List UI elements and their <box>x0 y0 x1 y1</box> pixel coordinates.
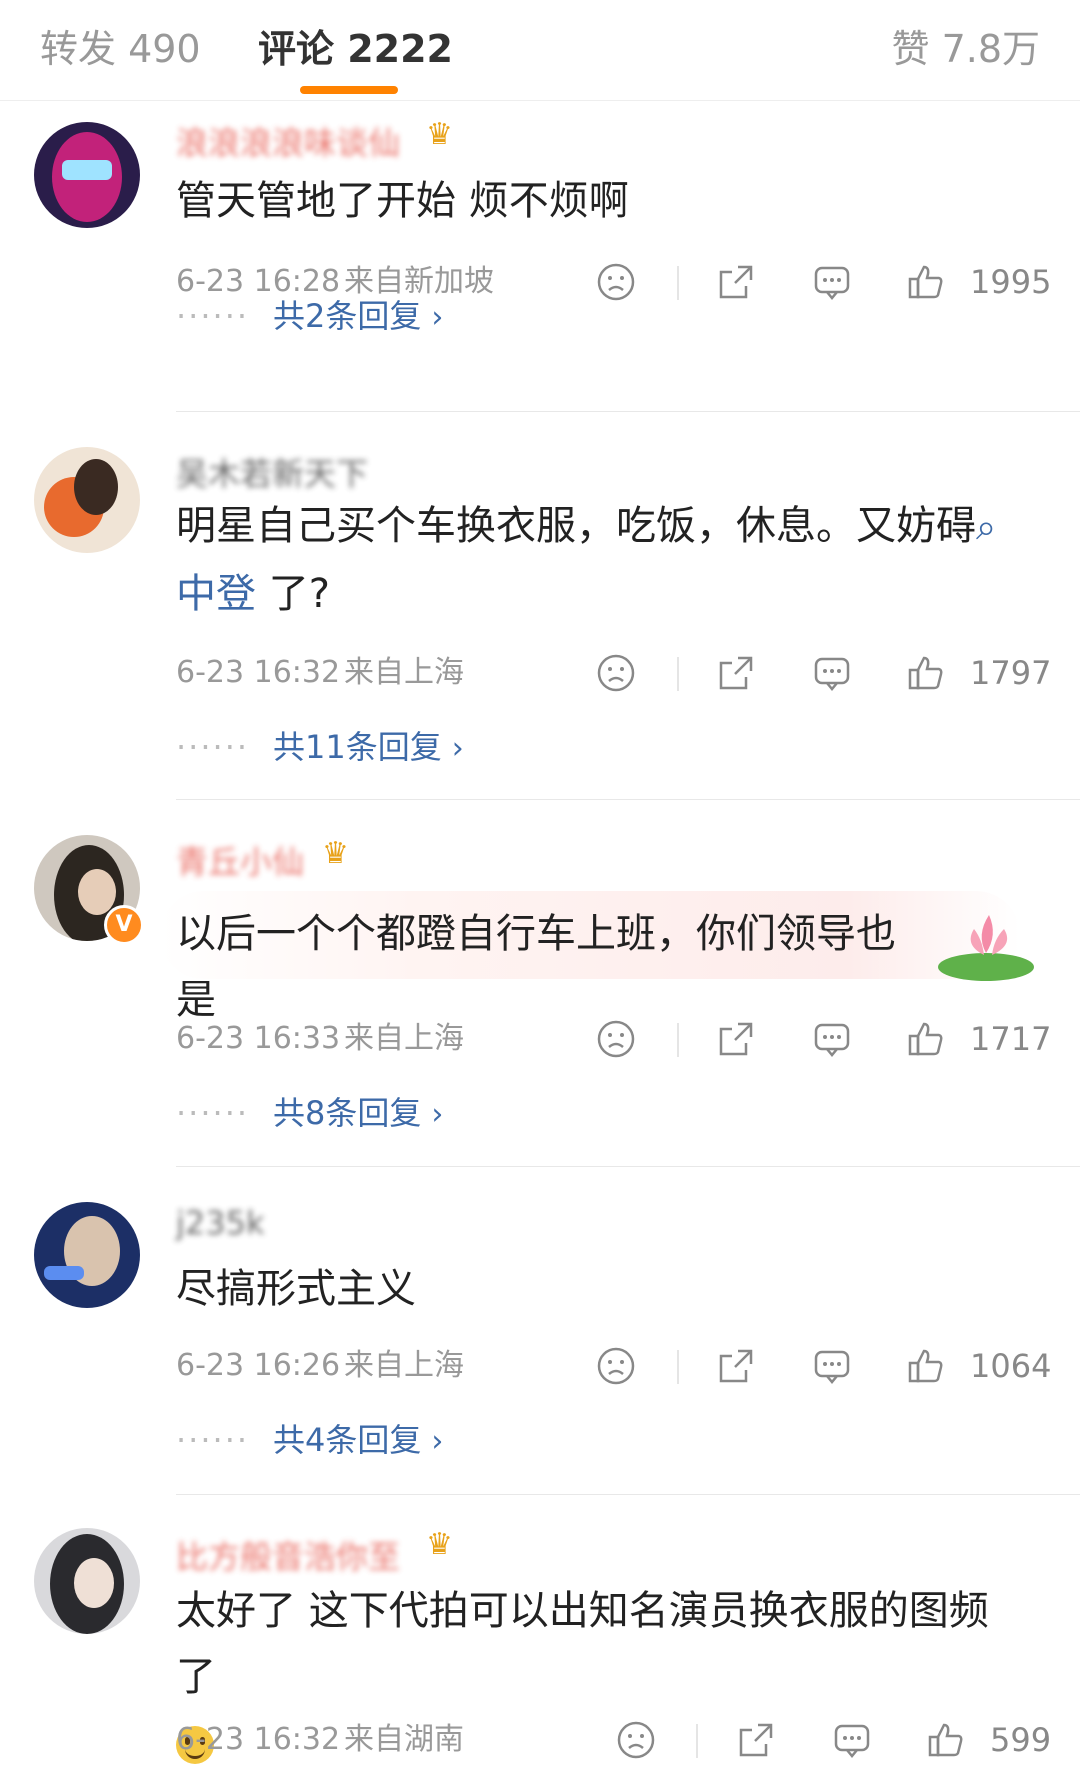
lotus-icon <box>934 895 1044 985</box>
comment-item: V 青丘小仙 ♛ 以后一个个都蹬自行车上班，你们领导也是 6-23 16:33 … <box>0 801 1080 1167</box>
comment-text: 尽搞形式主义 <box>176 1266 416 1312</box>
comment-icon[interactable] <box>812 653 852 693</box>
share-icon[interactable] <box>716 1346 756 1386</box>
sad-face-icon[interactable] <box>596 1346 636 1386</box>
like-count: 599 <box>990 1721 1052 1759</box>
username[interactable]: 青丘小仙 <box>176 837 304 881</box>
thumbs-up-icon[interactable] <box>906 1019 946 1059</box>
view-replies-link[interactable]: ······ 共4条回复 › <box>176 1418 443 1462</box>
comment-text-part: 太好了 这下代拍可以出知名演员换衣服的图频了 <box>176 1588 989 1700</box>
comment-location: 来自上海 <box>344 1021 464 1056</box>
share-icon[interactable] <box>716 653 756 693</box>
comment-icon[interactable] <box>832 1720 872 1760</box>
chevron-right-icon: › <box>431 300 444 335</box>
divider <box>677 1023 679 1057</box>
divider <box>677 266 679 300</box>
comment-text: 管天管地了开始 烦不烦啊 <box>176 178 629 224</box>
username[interactable]: 吴木若新天下 <box>176 449 368 493</box>
comment-location: 来自湖南 <box>344 1722 464 1757</box>
chevron-right-icon: › <box>431 1097 444 1132</box>
tab-comment[interactable]: 评论 2222 <box>258 18 453 73</box>
comment-text: 以后一个个都蹬自行车上班，你们领导也是 <box>176 911 896 1023</box>
active-tab-indicator <box>300 86 398 94</box>
crown-badge-icon: ♛ <box>322 836 349 871</box>
divider <box>176 411 1080 412</box>
sad-face-icon[interactable] <box>616 1720 656 1760</box>
comment-item: j235k 尽搞形式主义 6-23 16:26 来自上海 1064 ······… <box>0 1168 1080 1495</box>
username[interactable]: 比方般音浩你至 <box>176 1532 400 1576</box>
chevron-right-icon: › <box>431 1424 444 1459</box>
comment-tabs: 转发 490 评论 2222 赞 7.8万 <box>0 0 1080 101</box>
divider <box>677 657 679 691</box>
dots-icon: ······ <box>176 728 250 766</box>
username[interactable]: 浪浪浪浪味谈仙 <box>176 118 400 162</box>
reply-count: 共11条回复 <box>273 728 442 766</box>
divider <box>176 1166 1080 1167</box>
comment-time: 6-23 16:32 <box>176 1722 341 1757</box>
comment-text-part: 明星自己买个车换衣服，吃饭，休息。又妨碍 <box>176 503 976 549</box>
crown-badge-icon: ♛ <box>426 117 453 152</box>
dots-icon: ······ <box>176 1094 250 1132</box>
view-replies-link[interactable]: ······ 共11条回复 › <box>176 725 464 769</box>
avatar[interactable] <box>34 122 140 228</box>
sad-face-icon[interactable] <box>596 653 636 693</box>
share-icon[interactable] <box>736 1720 776 1760</box>
thumbs-up-icon[interactable] <box>906 1346 946 1386</box>
share-icon[interactable] <box>716 1019 756 1059</box>
comment-meta: 6-23 16:32 来自湖南 599 <box>176 1718 1060 1762</box>
comment-item: 浪浪浪浪味谈仙 ♛ 管天管地了开始 烦不烦啊 6-23 16:28 来自新加坡 … <box>0 100 1080 412</box>
comment-text-part: 了? <box>256 571 330 617</box>
comment-icon[interactable] <box>812 1019 852 1059</box>
comment-icon[interactable] <box>812 262 852 302</box>
like-count: 1064 <box>970 1347 1052 1385</box>
reply-count: 共4条回复 <box>273 1421 422 1459</box>
view-replies-link[interactable]: ······ 共2条回复 › <box>176 294 443 338</box>
reply-count: 共2条回复 <box>273 297 422 335</box>
thumbs-up-icon[interactable] <box>906 653 946 693</box>
tab-repost[interactable]: 转发 490 <box>40 18 201 73</box>
like-count: 1797 <box>970 654 1052 692</box>
sad-face-icon[interactable] <box>596 262 636 302</box>
tab-like[interactable]: 赞 7.8万 <box>891 18 1040 73</box>
comment-time: 6-23 16:33 <box>176 1021 341 1056</box>
divider <box>176 799 1080 800</box>
comment-location: 来自上海 <box>344 1348 464 1383</box>
like-count: 1717 <box>970 1020 1052 1058</box>
thumbs-up-icon[interactable] <box>906 262 946 302</box>
comment-meta: 6-23 16:33 来自上海 1717 <box>176 1017 1051 1061</box>
avatar[interactable] <box>34 447 140 553</box>
comment-meta: 6-23 16:26 来自上海 1064 <box>176 1344 1051 1388</box>
comment-text: 明星自己买个车换衣服，吃饭，休息。又妨碍⌕ 中登 了? <box>176 493 1020 627</box>
username[interactable]: j235k <box>176 1204 265 1242</box>
divider <box>696 1724 698 1758</box>
dots-icon: ······ <box>176 297 250 335</box>
comment-item: 吴木若新天下 明星自己买个车换衣服，吃饭，休息。又妨碍⌕ 中登 了? 6-23 … <box>0 413 1080 800</box>
like-count: 1995 <box>970 263 1052 301</box>
comment-time: 6-23 16:32 <box>176 655 341 690</box>
sad-face-icon[interactable] <box>596 1019 636 1059</box>
chevron-right-icon: › <box>451 731 464 766</box>
search-icon: ⌕ <box>976 507 997 548</box>
comment-item: 比方般音浩你至 ♛ 太好了 这下代拍可以出知名演员换衣服的图频了 6-23 16… <box>0 1496 1080 1782</box>
comment-meta: 6-23 16:32 来自上海 1797 <box>176 651 1051 695</box>
divider <box>677 1350 679 1384</box>
thumbs-up-icon[interactable] <box>926 1720 966 1760</box>
divider <box>176 1494 1080 1495</box>
comment-time: 6-23 16:26 <box>176 1348 341 1383</box>
view-replies-link[interactable]: ······ 共8条回复 › <box>176 1091 443 1135</box>
dots-icon: ······ <box>176 1421 250 1459</box>
comment-location: 来自上海 <box>344 655 464 690</box>
comment-icon[interactable] <box>812 1346 852 1386</box>
avatar[interactable] <box>34 1528 140 1634</box>
avatar[interactable] <box>34 1202 140 1308</box>
verified-badge-icon: V <box>104 905 144 945</box>
reply-count: 共8条回复 <box>273 1094 422 1132</box>
topic-link[interactable]: 中登 <box>176 571 256 617</box>
crown-badge-icon: ♛ <box>426 1527 453 1562</box>
share-icon[interactable] <box>716 262 756 302</box>
